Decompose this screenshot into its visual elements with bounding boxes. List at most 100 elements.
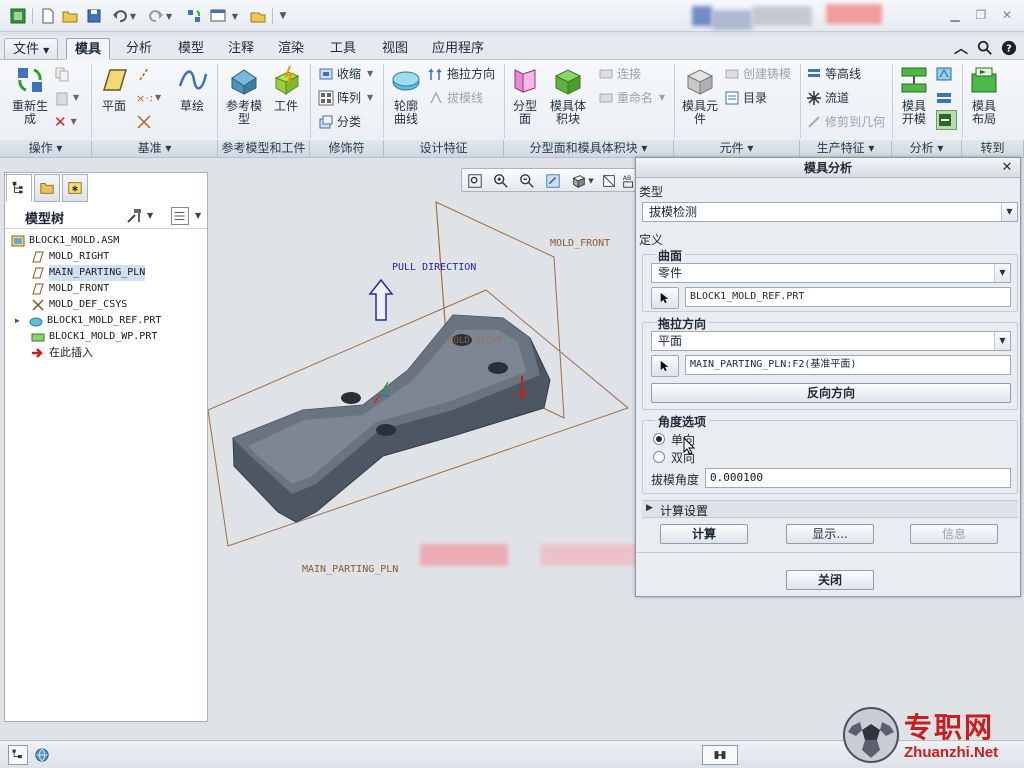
contour-button[interactable]: 等高线 [806,64,861,84]
point-button[interactable]: ×·×▼ [136,88,161,108]
close-window-icon[interactable] [248,6,268,26]
tree-item-csys[interactable]: MOLD_DEF_CSYS [31,297,127,313]
type-select[interactable]: 拔模检测 ▼ [642,202,1018,222]
pull-direction-collector[interactable]: MAIN_PARTING_PLN:F2(基准平面) [685,355,1011,375]
tab-model[interactable]: 模型 [170,38,212,60]
copy-button[interactable] [54,64,73,84]
draft-check-button[interactable] [936,64,955,84]
zoom-out-icon[interactable] [516,171,538,191]
connect-button[interactable]: 连接 [598,64,641,84]
show-dropdown-icon[interactable]: ▼ [195,211,201,220]
refit-icon[interactable] [464,171,486,191]
pull-direction-button[interactable]: 拖拉方向 [428,64,495,84]
info-button[interactable]: 信息 [910,524,998,544]
selection-filter-icon[interactable] [702,745,738,765]
surface-type-select[interactable]: 零件 ▼ [651,263,1011,283]
redo-dropdown-icon[interactable]: ▼ [164,6,174,26]
pull-direction-select[interactable]: 平面 ▼ [651,331,1011,351]
minimize-icon[interactable]: ▁ [944,6,966,24]
graphics-viewport[interactable]: PULL DIRECTION MOLD_FRONT MOLD_RIGHT MAI… [208,160,636,720]
new-file-icon[interactable] [38,6,58,26]
open-folder-icon[interactable] [60,6,80,26]
restore-icon[interactable]: ❐ [970,6,992,24]
redo-icon[interactable] [146,6,166,26]
group-analysis[interactable]: 分析 ▾ [892,140,962,157]
pull-select-button[interactable] [651,355,679,377]
axis-button[interactable] [136,64,155,84]
zoom-in-icon[interactable] [490,171,512,191]
pattern-button[interactable]: 阵列 ▼ [318,88,373,108]
tab-file[interactable]: 文件 ▼ [4,38,59,60]
group-operations[interactable]: 操作 ▾ [0,140,92,157]
tree-item-part[interactable]: ▶ BLOCK1_MOLD_REF.PRT [15,313,161,329]
tab-annotate[interactable]: 注释 [220,38,262,60]
windows-dropdown-icon[interactable]: ▼ [230,6,240,26]
show-list-icon[interactable] [171,207,189,225]
customize-dropdown-icon[interactable]: ▼ [276,6,290,26]
tree-item-datum-plane[interactable]: MOLD_FRONT [31,281,109,297]
surface-collector[interactable]: BLOCK1_MOLD_REF.PRT [685,287,1011,307]
group-production-features[interactable]: 生产特征 ▾ [800,140,892,157]
tab-view[interactable]: 视图 [374,38,416,60]
mold-analysis-button[interactable] [936,110,957,130]
dialog-close-icon[interactable]: ✕ [999,160,1015,176]
compute-button[interactable]: 计算 [660,524,748,544]
paste-button[interactable]: ▼ [54,88,79,108]
both-sides-radio[interactable] [653,451,665,463]
model-tree-tab[interactable] [6,174,32,202]
trim-geometry-button[interactable]: 修剪到几何 [806,112,885,132]
windows-icon[interactable] [208,6,228,26]
mold-component-button[interactable]: 模具元 件 [678,64,722,126]
tab-render[interactable]: 渲染 [270,38,312,60]
create-casting-button[interactable]: 创建铸模 [724,64,791,84]
classify-button[interactable]: 分类 [318,112,361,132]
tree-item-insert-here[interactable]: 在此插入 [31,345,93,361]
regenerate-icon[interactable] [184,6,204,26]
tree-item-assembly[interactable]: BLOCK1_MOLD.ASM [11,233,119,249]
tree-settings-icon[interactable] [125,207,145,225]
group-parting-volume[interactable]: 分型面和模具体积块 ▾ [504,140,674,157]
group-datum[interactable]: 基准 ▾ [92,140,218,157]
expand-icon[interactable]: ▶ [15,313,29,329]
tab-tools[interactable]: 工具 [322,38,364,60]
collapse-ribbon-icon[interactable]: ︿ [952,39,970,57]
silhouette-curve-button[interactable]: 轮廓 曲线 [388,64,424,126]
folder-browser-tab[interactable] [34,174,60,202]
compute-settings-section[interactable]: ▶ 计算设置 [642,500,1018,518]
plane-button[interactable]: 平面 [96,64,132,113]
repaint-icon[interactable] [542,171,564,191]
sketch-button[interactable]: 草绘 [172,64,212,113]
regenerate-button[interactable]: 重新生 成 [8,64,52,126]
draft-angle-input[interactable]: 0.000100 [705,468,1011,488]
ref-model-button[interactable]: 参考模 型 [222,64,266,126]
thickness-check-button[interactable] [936,88,955,108]
mold-layout-button[interactable]: 模具 布局 [966,64,1002,126]
rename-button[interactable]: 重命名 ▼ [598,88,665,108]
favorites-tab[interactable]: ✱ [62,174,88,202]
tab-mold[interactable]: 模具 [66,38,111,60]
flip-direction-button[interactable]: 反向方向 [651,383,1011,403]
group-components[interactable]: 元件 ▾ [674,140,800,157]
undo-dropdown-icon[interactable]: ▼ [128,6,138,26]
mold-open-button[interactable]: 模具 开模 [896,64,932,126]
catalog-button[interactable]: 目录 [724,88,767,108]
search-icon[interactable] [976,39,994,57]
save-icon[interactable] [84,6,104,26]
close-button[interactable]: 关闭 [786,570,874,590]
tree-item-datum-plane[interactable]: MAIN_PARTING_PLN [31,265,146,281]
delete-button[interactable]: ✕ ▼ [54,112,77,132]
tab-apps[interactable]: 应用程序 [424,38,492,60]
tree-item-workpiece[interactable]: BLOCK1_MOLD_WP.PRT [31,329,157,345]
tab-analysis[interactable]: 分析 [118,38,160,60]
browser-toggle-icon[interactable] [32,745,52,765]
csys-button[interactable] [136,112,155,132]
tree-settings-dropdown-icon[interactable]: ▼ [147,211,153,220]
parting-surface-button[interactable]: 分型 面 [508,64,542,126]
draft-line-button[interactable]: 拔模线 [428,88,483,108]
shrink-button[interactable]: 收缩 ▼ [318,64,373,84]
mold-volume-button[interactable]: 模具体 积块 [546,64,590,126]
flow-button[interactable]: 流道 [806,88,849,108]
surface-select-button[interactable] [651,287,679,309]
one-side-radio[interactable] [653,433,665,445]
close-icon[interactable]: ✕ [996,6,1018,24]
